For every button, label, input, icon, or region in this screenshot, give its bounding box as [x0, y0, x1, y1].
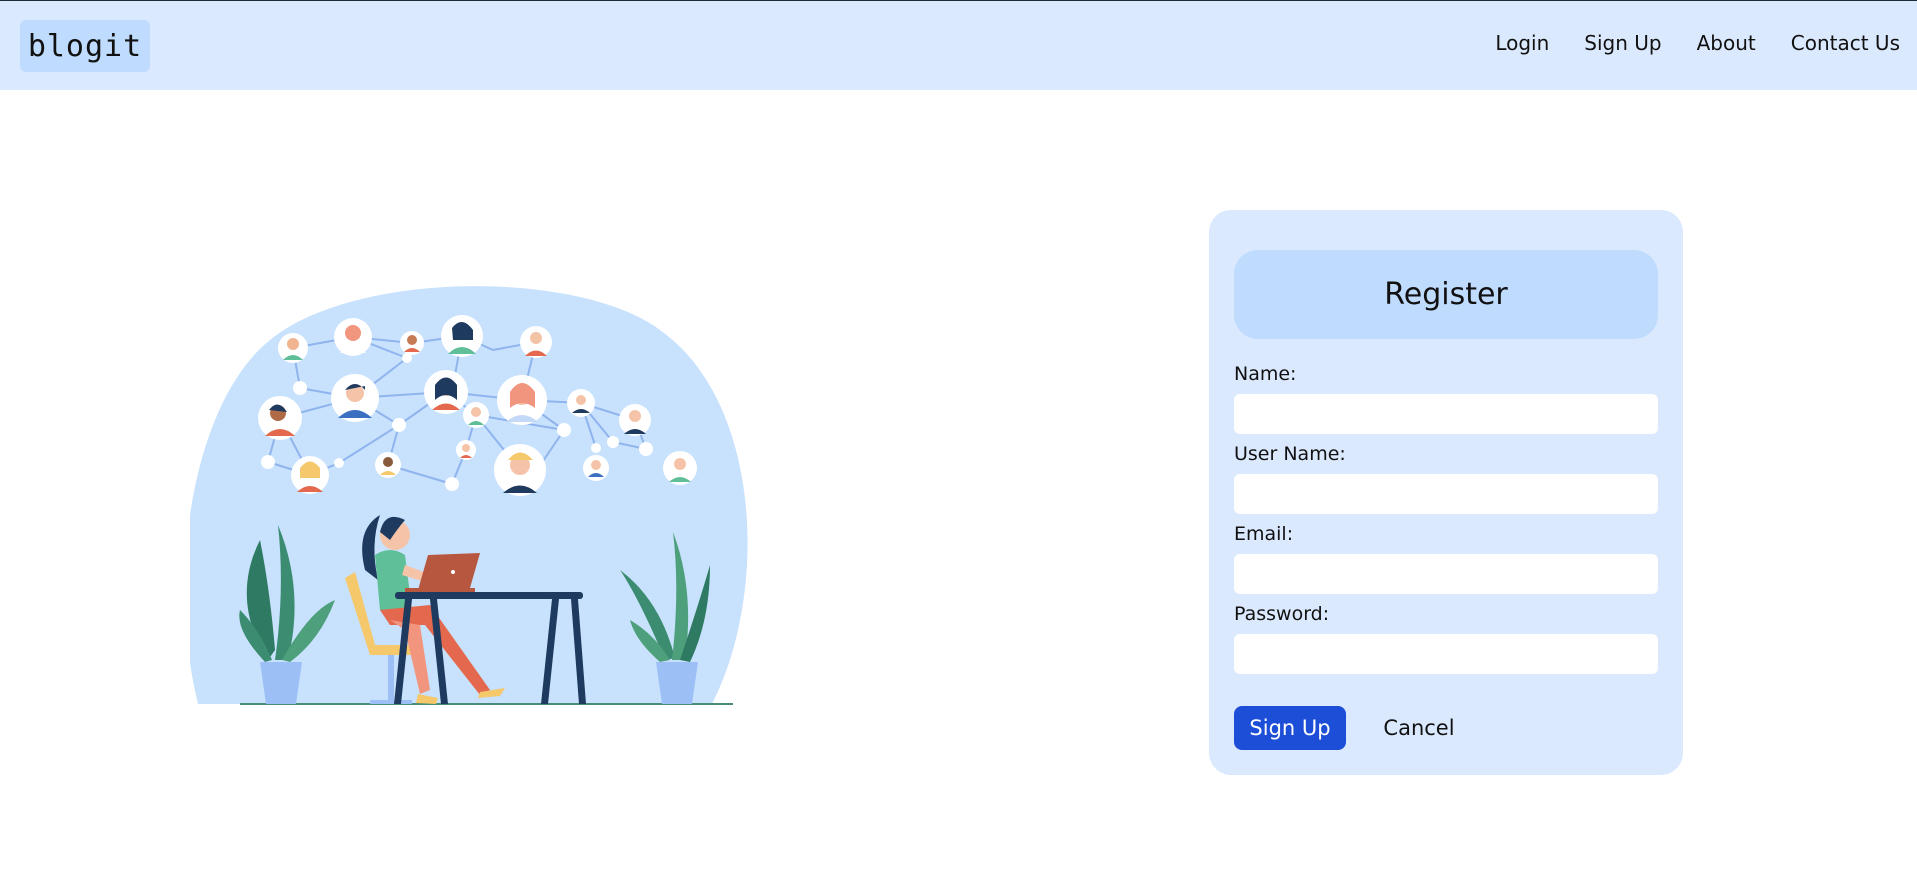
name-field[interactable] — [1234, 394, 1658, 434]
nav-contact-link[interactable]: Contact Us — [1791, 31, 1900, 55]
password-field[interactable] — [1234, 634, 1658, 674]
register-card: Register Name: User Name: Email: Passwor… — [1209, 210, 1683, 775]
username-label: User Name: — [1234, 443, 1346, 465]
nav-signup-link[interactable]: Sign Up — [1584, 31, 1661, 55]
nav-links: Login Sign Up About Contact Us — [1495, 31, 1900, 55]
sign-up-button[interactable]: Sign Up — [1234, 706, 1346, 750]
top-navbar: blogit Login Sign Up About Contact Us — [0, 0, 1917, 90]
nav-login-link[interactable]: Login — [1495, 31, 1549, 55]
nav-about-link[interactable]: About — [1697, 31, 1756, 55]
site-logo[interactable]: blogit — [20, 20, 150, 72]
email-field[interactable] — [1234, 554, 1658, 594]
password-label: Password: — [1234, 603, 1330, 625]
username-field[interactable] — [1234, 474, 1658, 514]
register-title: Register — [1234, 250, 1658, 339]
email-label: Email: — [1234, 523, 1294, 545]
social-network-illustration — [184, 270, 760, 710]
cancel-button[interactable]: Cancel — [1369, 706, 1469, 750]
name-label: Name: — [1234, 363, 1297, 385]
